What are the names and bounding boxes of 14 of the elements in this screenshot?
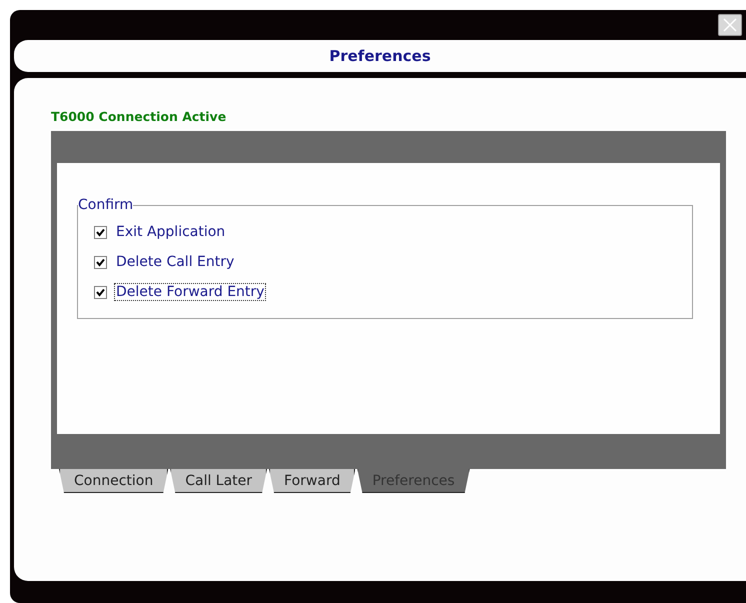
checkbox-label[interactable]: Delete Call Entry <box>115 254 236 270</box>
close-button[interactable] <box>718 14 742 36</box>
tab[interactable]: Forward <box>269 469 356 493</box>
checkbox[interactable] <box>94 226 107 238</box>
checkbox[interactable] <box>94 286 107 298</box>
checkbox-label[interactable]: Exit Application <box>115 224 226 240</box>
checkbox[interactable] <box>94 256 107 268</box>
connection-status: T6000 Connection Active <box>51 109 228 126</box>
close-icon <box>723 18 737 32</box>
tab[interactable]: Connection <box>59 469 168 493</box>
tab[interactable]: Call Later <box>170 469 268 493</box>
group-title: Confirm <box>78 197 134 213</box>
window-title: Preferences <box>329 47 431 65</box>
checkbox-label[interactable]: Delete Forward Entry <box>115 284 266 300</box>
